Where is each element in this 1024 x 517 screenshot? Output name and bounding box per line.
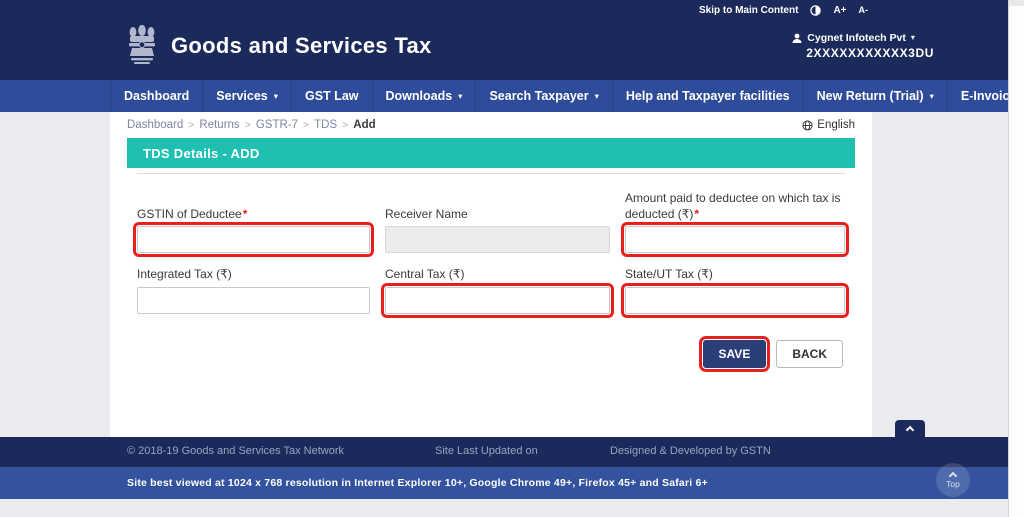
receiver-name-input (385, 226, 610, 253)
footer: © 2018-19 Goods and Services Tax Network… (0, 437, 1008, 467)
amount-paid-input[interactable] (625, 226, 845, 253)
form-actions: SAVE BACK (137, 340, 845, 368)
scrollbar-cap (1009, 0, 1024, 6)
breadcrumb-separator: > (342, 119, 348, 131)
field-central-tax: Central Tax (₹) (385, 266, 610, 313)
page-title: Goods and Services Tax (171, 33, 432, 59)
header-main: Goods and Services Tax Cygnet Infotech P… (0, 17, 1008, 75)
central-tax-input[interactable] (385, 287, 610, 314)
globe-icon (802, 120, 813, 131)
nav-item-dashboard[interactable]: Dashboard (110, 80, 202, 112)
language-label: English (817, 119, 855, 131)
scroll-to-top-label: Top (946, 479, 960, 489)
contrast-toggle-icon[interactable] (810, 5, 821, 16)
chevron-up-icon (906, 426, 914, 434)
accessibility-bar: Skip to Main Content A+ A- (0, 0, 1008, 17)
skip-to-main-content-link[interactable]: Skip to Main Content (699, 5, 798, 16)
breadcrumb-returns[interactable]: Returns (199, 119, 239, 131)
footer-last-updated: Site Last Updated on (435, 445, 538, 457)
field-integrated-tax: Integrated Tax (₹) (137, 266, 370, 313)
panel-title: TDS Details - ADD (127, 138, 855, 168)
field-gstin-of-deductee: GSTIN of Deductee* (137, 190, 370, 253)
font-decrease-button[interactable]: A- (859, 5, 869, 15)
user-icon (792, 33, 802, 43)
breadcrumb-separator: > (303, 119, 309, 131)
national-emblem-icon (127, 24, 157, 68)
field-state-ut-tax: State/UT Tax (₹) (625, 266, 845, 313)
nav-item-new-return[interactable]: New Return (Trial)▾ (803, 80, 947, 112)
save-button[interactable]: SAVE (703, 340, 767, 368)
footer-best-viewed-bar: Site best viewed at 1024 x 768 resolutio… (0, 467, 1008, 499)
field-amount-paid: Amount paid to deductee on which tax is … (625, 190, 845, 253)
user-name: Cygnet Infotech Pvt (807, 31, 906, 45)
nav-item-search-taxpayer[interactable]: Search Taxpayer▾ (475, 80, 611, 112)
footer-best-viewed-text: Site best viewed at 1024 x 768 resolutio… (127, 477, 708, 489)
field-receiver-name: Receiver Name (385, 190, 610, 253)
font-increase-button[interactable]: A+ (833, 5, 846, 16)
main-navigation: Dashboard Services▾ GST Law Downloads▾ S… (0, 80, 1008, 112)
required-mark: * (694, 207, 699, 221)
chevron-down-icon: ▾ (911, 33, 915, 44)
content-column: Dashboard > Returns > GSTR-7 > TDS > Add… (110, 112, 872, 437)
nav-item-services[interactable]: Services▾ (202, 80, 291, 112)
tds-form: GSTIN of Deductee* Receiver Name Amount … (137, 173, 845, 314)
breadcrumb-separator: > (188, 119, 194, 131)
main-area: Dashboard > Returns > GSTR-7 > TDS > Add… (0, 112, 1008, 437)
gst-portal-page: Skip to Main Content A+ A- Goods and Ser… (0, 0, 1024, 517)
page-background: Skip to Main Content A+ A- Goods and Ser… (0, 0, 1008, 517)
breadcrumb-dashboard[interactable]: Dashboard (127, 119, 183, 131)
chevron-down-icon: ▾ (930, 91, 934, 102)
footer-copyright: © 2018-19 Goods and Services Tax Network (127, 445, 344, 457)
gstin-of-deductee-input[interactable] (137, 226, 370, 253)
scroll-to-top-tab[interactable] (895, 420, 925, 437)
nav-item-help[interactable]: Help and Taxpayer facilities (612, 80, 803, 112)
breadcrumb-separator: > (245, 119, 251, 131)
breadcrumb-current-add: Add (353, 119, 375, 131)
header: Skip to Main Content A+ A- Goods and Ser… (0, 0, 1008, 80)
scroll-to-top-button[interactable]: Top (936, 463, 970, 497)
breadcrumb-gstr7[interactable]: GSTR-7 (256, 119, 298, 131)
state-ut-tax-input[interactable] (625, 287, 845, 314)
breadcrumb: Dashboard > Returns > GSTR-7 > TDS > Add… (127, 112, 855, 138)
breadcrumb-tds[interactable]: TDS (314, 119, 337, 131)
chevron-down-icon: ▾ (274, 91, 278, 102)
user-gstin: 2XXXXXXXXXXX3DU (806, 45, 934, 61)
chevron-down-icon: ▾ (595, 91, 599, 102)
footer-designed-by: Designed & Developed by GSTN (610, 445, 771, 457)
required-mark: * (243, 207, 248, 221)
user-menu[interactable]: Cygnet Infotech Pvt ▾ 2XXXXXXXXXXX3DU (792, 31, 934, 61)
tds-form-panel: GSTIN of Deductee* Receiver Name Amount … (127, 168, 855, 368)
nav-item-gst-law[interactable]: GST Law (291, 80, 371, 112)
nav-item-downloads[interactable]: Downloads▾ (372, 80, 476, 112)
language-selector[interactable]: English (802, 119, 855, 131)
browser-scrollbar[interactable] (1008, 0, 1024, 517)
chevron-down-icon: ▾ (458, 91, 462, 102)
back-button[interactable]: BACK (776, 340, 843, 368)
integrated-tax-input[interactable] (137, 287, 370, 314)
